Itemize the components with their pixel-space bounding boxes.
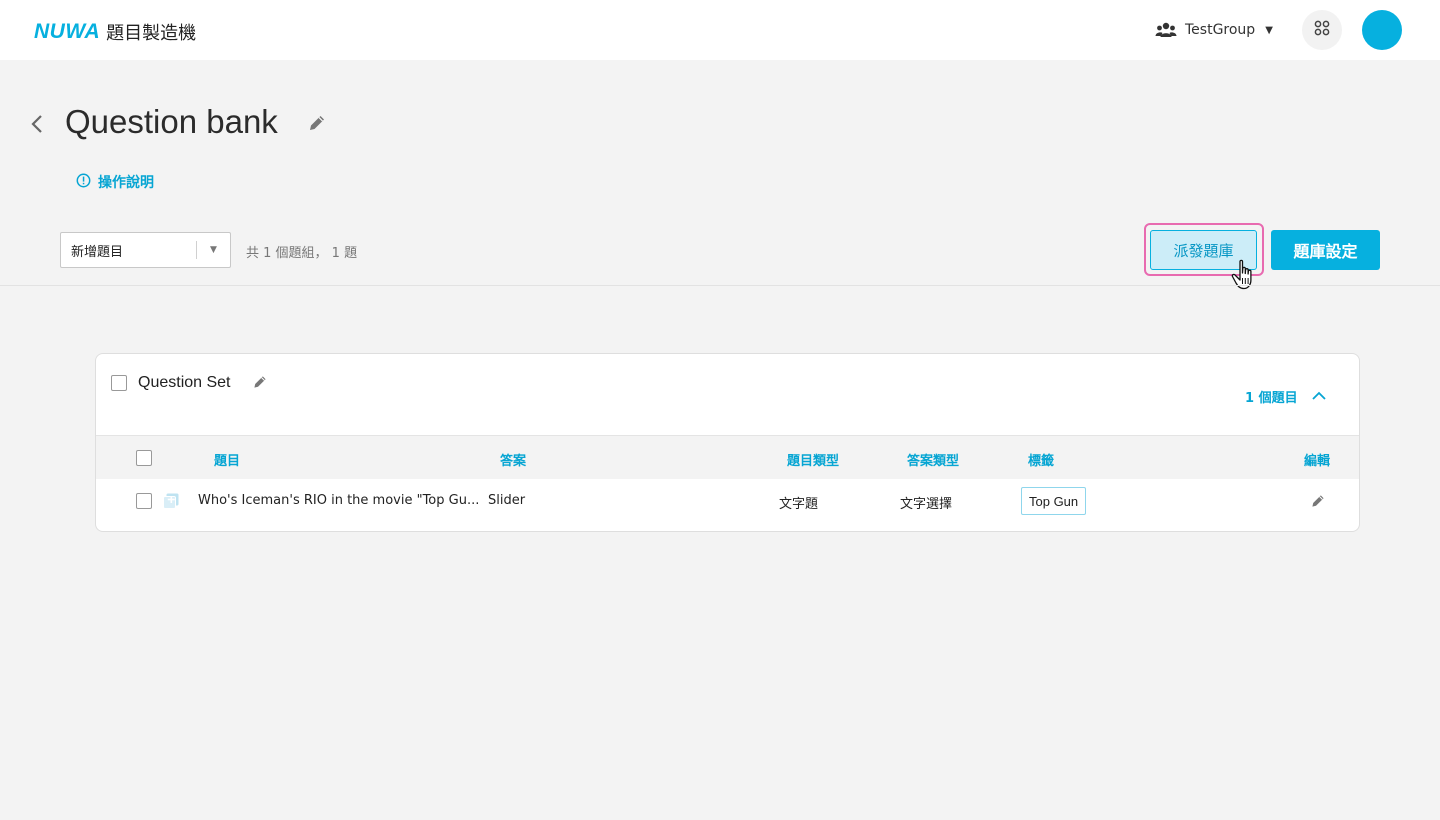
back-chevron-icon[interactable]	[28, 110, 48, 138]
top-bar: NUWA 題目製造機 TestGroup ▼	[0, 0, 1440, 60]
answer-text: Slider	[488, 493, 526, 508]
add-question-select-value: 新增題目	[71, 244, 124, 260]
app-logo[interactable]: NUWA 題目製造機	[34, 20, 196, 44]
bank-settings-button[interactable]: 題庫設定	[1271, 230, 1380, 270]
info-circle-icon	[76, 173, 91, 192]
app-name: 題目製造機	[106, 23, 197, 44]
group-switcher[interactable]: TestGroup ▼	[1155, 20, 1273, 40]
column-header-edit: 編輯	[1304, 454, 1331, 469]
column-header-tag: 標籤	[1028, 454, 1055, 469]
brand-logo-mark: NUWA	[34, 20, 101, 43]
caret-down-icon: ▼	[1265, 24, 1273, 36]
user-avatar[interactable]	[1362, 10, 1402, 50]
summary-count: 共 1 個題組， 1 題	[246, 246, 358, 261]
tag-badge: Top Gun	[1021, 487, 1087, 515]
question-set-checkbox[interactable]	[111, 375, 127, 391]
question-set-title: Question Set	[138, 374, 231, 391]
help-link[interactable]: 操作說明	[76, 172, 154, 192]
edit-set-pencil-icon[interactable]	[252, 374, 268, 394]
hand-pointer-cursor-icon	[1231, 259, 1261, 297]
question-set-card: Question Set 1 個題目 題目 答案 題目類型 答案類型 標籤 編輯	[95, 353, 1360, 532]
question-count-label: 1 個題目	[1245, 391, 1298, 406]
row-checkbox[interactable]	[136, 493, 152, 509]
apps-grid-icon	[1314, 20, 1330, 40]
column-header-question: 題目	[214, 454, 241, 469]
chevron-up-icon	[1311, 389, 1326, 404]
question-type-text: 文字題	[779, 497, 819, 512]
edit-title-pencil-icon[interactable]	[307, 113, 327, 137]
table-row[interactable]: Who's Iceman's RIO in the movie "Top Gu.…	[96, 479, 1359, 523]
page-title: Question bank	[65, 103, 278, 140]
column-header-question-type: 題目類型	[787, 454, 840, 469]
table-header: 題目 答案 題目類型 答案類型 標籤 編輯	[96, 435, 1359, 479]
column-header-answer-type: 答案類型	[907, 454, 960, 469]
users-group-icon	[1155, 22, 1177, 38]
group-name: TestGroup	[1185, 22, 1256, 38]
edit-row-pencil-icon[interactable]	[1310, 493, 1326, 513]
question-text: Who's Iceman's RIO in the movie "Top Gu.…	[198, 493, 480, 508]
help-label: 操作說明	[98, 175, 154, 191]
toolbar-divider	[0, 285, 1440, 286]
select-all-checkbox[interactable]	[136, 450, 152, 466]
dropdown-arrow-icon: ▼	[210, 245, 217, 255]
apps-menu-button[interactable]	[1302, 10, 1342, 50]
column-header-answer: 答案	[500, 454, 527, 469]
collapse-toggle[interactable]: 1 個題目	[1245, 387, 1326, 406]
copy-add-icon[interactable]	[163, 493, 179, 513]
answer-type-text: 文字選擇	[900, 497, 953, 512]
add-question-select[interactable]: 新增題目 ▼	[60, 232, 231, 268]
